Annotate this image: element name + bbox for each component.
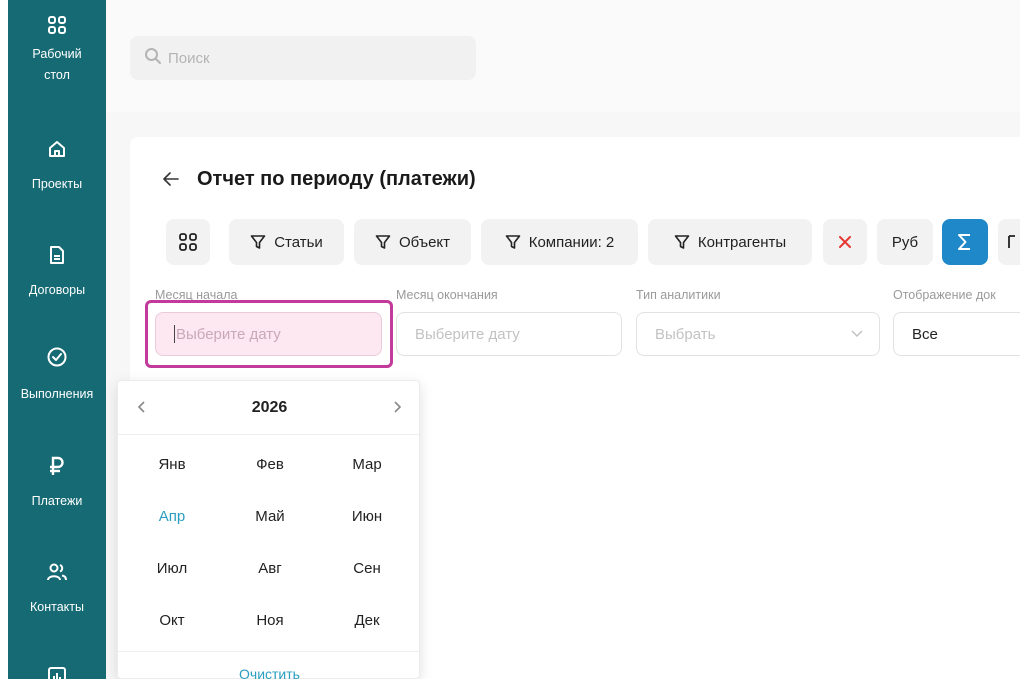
top-bar: Поиск (106, 0, 1020, 112)
display-label: Отображение док (893, 288, 996, 302)
sidebar-item-completions[interactable]: Выполнения (8, 346, 106, 404)
sum-button[interactable] (942, 219, 988, 265)
more-icon (1008, 235, 1015, 248)
sidebar-item-label: Рабочий стол (32, 47, 82, 82)
check-circle-icon (46, 346, 68, 368)
month-picker-header: 2026 (118, 381, 421, 435)
chevron-right-icon (394, 401, 402, 413)
filter-icon (250, 235, 266, 249)
month-cell[interactable]: Ноя (230, 609, 310, 633)
month-cell-current[interactable]: Апр (132, 505, 212, 529)
month-cell[interactable]: Мар (327, 453, 407, 477)
filter-companies-button[interactable]: Компании: 2 (481, 219, 638, 265)
search-placeholder: Поиск (168, 49, 210, 67)
dashboard-icon (46, 14, 68, 36)
currency-label: Руб (891, 233, 919, 251)
analytics-type-label: Тип аналитики (636, 288, 721, 302)
sidebar-item-label: Проекты (31, 177, 83, 191)
end-month-input[interactable]: Выберите дату (396, 312, 622, 356)
filter-icon (375, 235, 391, 249)
home-icon (46, 138, 68, 160)
sidebar-item-contacts[interactable]: Контакты (8, 561, 106, 617)
back-button[interactable] (155, 163, 187, 195)
sidebar-item-payments[interactable]: Платежи (8, 455, 106, 511)
page-header: Отчет по периоду (платежи) (155, 163, 476, 195)
filter-label: Контрагенты (697, 233, 787, 251)
sidebar-item-contracts[interactable]: Договоры (8, 244, 106, 300)
filter-object-button[interactable]: Объект (354, 219, 471, 265)
filter-icon (505, 235, 521, 249)
filter-label: Компании: 2 (528, 233, 615, 251)
filter-label: Статьи (274, 233, 323, 251)
sidebar-item-desktop[interactable]: Рабочий стол (8, 14, 106, 86)
chevron-left-icon (137, 401, 145, 413)
filter-counterparties-button[interactable]: Контрагенты (648, 219, 812, 265)
document-icon (46, 244, 68, 266)
report-icon (46, 665, 68, 679)
month-cell[interactable]: Окт (132, 609, 212, 633)
month-cell[interactable]: Янв (132, 453, 212, 477)
month-cell[interactable]: Май (230, 505, 310, 529)
arrow-left-icon (163, 172, 179, 186)
display-select[interactable]: Все (893, 312, 1020, 356)
sidebar-item-label: Контакты (30, 600, 84, 614)
sidebar-item-label: Договоры (28, 283, 86, 297)
filter-icon (674, 235, 690, 249)
grid-view-button[interactable] (166, 219, 210, 265)
search-input[interactable]: Поиск (130, 36, 476, 80)
month-picker-footer: Очистить (118, 651, 421, 679)
month-cell[interactable]: Дек (327, 609, 407, 633)
next-year-button[interactable] (386, 395, 410, 419)
search-icon (144, 47, 168, 69)
filter-label: Объект (398, 233, 451, 251)
chevron-down-icon (851, 330, 863, 338)
focus-highlight (145, 300, 393, 368)
prev-year-button[interactable] (129, 395, 153, 419)
clear-date-button[interactable]: Очистить (118, 666, 421, 679)
month-cell[interactable]: Сен (327, 557, 407, 581)
filter-articles-button[interactable]: Статьи (229, 219, 344, 265)
sidebar-item-label: Выполнения (20, 387, 94, 401)
sidebar-item-projects[interactable]: Проекты (8, 138, 106, 194)
sidebar: Рабочий стол Проекты Договоры Выполнения… (8, 0, 106, 679)
currency-button[interactable]: Руб (877, 219, 933, 265)
close-icon (839, 236, 851, 248)
end-month-placeholder: Выберите дату (415, 325, 520, 343)
sidebar-item-label: Платежи (31, 494, 83, 508)
month-picker: 2026 Янв Фев Мар Апр Май Июн Июл Авг Сен… (117, 380, 421, 679)
month-cell[interactable]: Авг (230, 557, 310, 581)
more-button[interactable] (998, 219, 1020, 265)
month-cell[interactable]: Июл (132, 557, 212, 581)
grid-icon (179, 233, 197, 251)
analytics-type-select[interactable]: Выбрать (636, 312, 880, 356)
page-title: Отчет по периоду (платежи) (197, 167, 476, 190)
end-month-label: Месяц окончания (396, 288, 498, 302)
ruble-icon (46, 455, 68, 477)
users-icon (46, 561, 68, 583)
sigma-icon (958, 234, 970, 250)
clear-filters-button[interactable] (823, 219, 867, 265)
display-value: Все (912, 325, 938, 343)
month-cell[interactable]: Фев (230, 453, 310, 477)
sidebar-item-reports[interactable] (8, 665, 106, 679)
analytics-type-placeholder: Выбрать (655, 325, 716, 343)
month-cell[interactable]: Июн (327, 505, 407, 529)
year-label: 2026 (251, 399, 288, 416)
